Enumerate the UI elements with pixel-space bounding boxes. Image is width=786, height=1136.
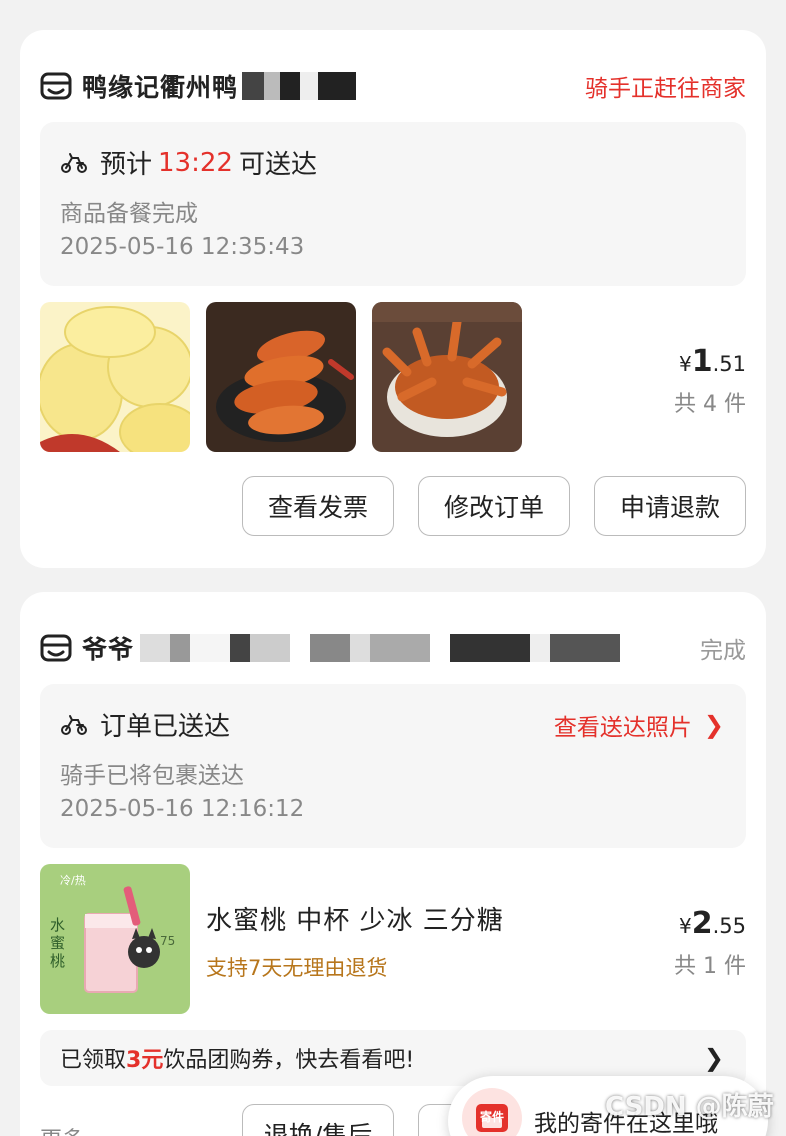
return-policy: 支持7天无理由退货 xyxy=(206,956,388,980)
delivery-info-box[interactable]: 订单已送达 查看送达照片 ❯ 骑手已将包裹送达 2025-05-16 12:16… xyxy=(40,684,746,848)
potato-slices-photo xyxy=(40,302,190,452)
price-dec: .51 xyxy=(712,352,746,376)
timestamp: 2025-05-16 12:35:43 xyxy=(60,234,305,260)
timestamp: 2025-05-16 12:16:12 xyxy=(60,796,305,822)
view-invoice-button[interactable]: 查看发票 xyxy=(242,476,394,536)
sub-status: 骑手已将包裹送达 xyxy=(60,763,244,789)
product-thumb-chicken-feet[interactable] xyxy=(372,302,522,452)
delivered-line: 订单已送达 xyxy=(60,706,230,743)
redacted-shop-name xyxy=(140,634,621,662)
watermark: CSDN @陈蔚 xyxy=(605,1092,774,1122)
eta-prefix: 预计 xyxy=(100,150,153,180)
sub-status: 商品备餐完成 xyxy=(60,201,198,227)
sausage-photo xyxy=(206,302,356,452)
item-count: 共 1 件 xyxy=(674,954,746,979)
product-thumb-peach-drink[interactable]: 冷/热 水蜜桃 75 xyxy=(40,864,190,1014)
order-card-1[interactable]: 鸭缘记衢州鸭 骑手正赶往商家 预计 13:22 可送达 商品备餐完成 2025-… xyxy=(20,30,766,568)
product-thumb-potato[interactable] xyxy=(40,302,190,452)
chevron-right-icon: ❯ xyxy=(703,711,724,739)
product-title: 水蜜桃 中杯 少冰 三分糖 xyxy=(206,906,504,936)
price-int: 1 xyxy=(691,344,713,379)
coupon-amount: 3元 xyxy=(126,1048,164,1073)
order-status: 骑手正赶往商家 xyxy=(585,76,746,102)
drink-label-top: 冷/热 xyxy=(60,874,86,887)
shipment-icon-label: 寄件 xyxy=(480,1110,505,1124)
price-dec: .55 xyxy=(712,914,746,938)
delivery-info-box[interactable]: 预计 13:22 可送达 商品备餐完成 2025-05-16 12:35:43 xyxy=(40,122,746,286)
coupon-suffix: 饮品团购券，快去看看吧! xyxy=(163,1048,415,1073)
price-symbol: ¥ xyxy=(678,352,692,376)
return-exchange-button[interactable]: 退换/售后 xyxy=(242,1104,394,1136)
shop-header[interactable]: 鸭缘记衢州鸭 骑手正赶往商家 xyxy=(40,66,746,106)
shop-icon xyxy=(40,634,72,662)
order-price: ¥2.55 xyxy=(679,906,746,941)
modify-order-button[interactable]: 修改订单 xyxy=(418,476,570,536)
eta-suffix: 可送达 xyxy=(238,150,317,180)
photo-link-label: 查看送达照片 xyxy=(553,715,692,741)
shop-name: 爷爷 xyxy=(82,635,135,664)
shop-name: 鸭缘记衢州鸭 xyxy=(82,73,239,102)
order-price: ¥1.51 xyxy=(679,344,746,379)
price-int: 2 xyxy=(691,906,713,941)
shipment-icon: 寄件 xyxy=(462,1088,522,1136)
order-status: 完成 xyxy=(700,638,746,664)
scooter-icon xyxy=(61,714,87,735)
shop-icon xyxy=(40,72,72,100)
chicken-feet-photo xyxy=(372,302,522,452)
redacted-shop-name xyxy=(242,72,357,100)
drink-label-right: 75 xyxy=(160,934,176,948)
shop-header[interactable]: 爷爷 完成 xyxy=(40,628,746,668)
scooter-icon xyxy=(61,152,87,173)
view-delivery-photo-link[interactable]: 查看送达照片 ❯ xyxy=(554,708,724,742)
request-refund-button[interactable]: 申请退款 xyxy=(594,476,746,536)
coupon-prefix: 已领取 xyxy=(60,1048,127,1073)
eta-line: 预计 13:22 可送达 xyxy=(60,144,317,181)
order-card-2[interactable]: 爷爷 完成 订单已送达 查看送达照片 ❯ 骑手已将包裹送达 2025-05-16… xyxy=(20,592,766,1136)
more-link[interactable]: 更多 xyxy=(40,1122,84,1136)
chevron-right-icon: ❯ xyxy=(703,1044,724,1072)
eta-time: 13:22 xyxy=(158,147,233,178)
price-symbol: ¥ xyxy=(678,914,692,938)
item-count: 共 4 件 xyxy=(674,392,746,417)
delivered-title: 订单已送达 xyxy=(100,712,231,742)
drink-label-side: 水蜜桃 xyxy=(50,916,66,970)
product-thumb-sausage[interactable] xyxy=(206,302,356,452)
